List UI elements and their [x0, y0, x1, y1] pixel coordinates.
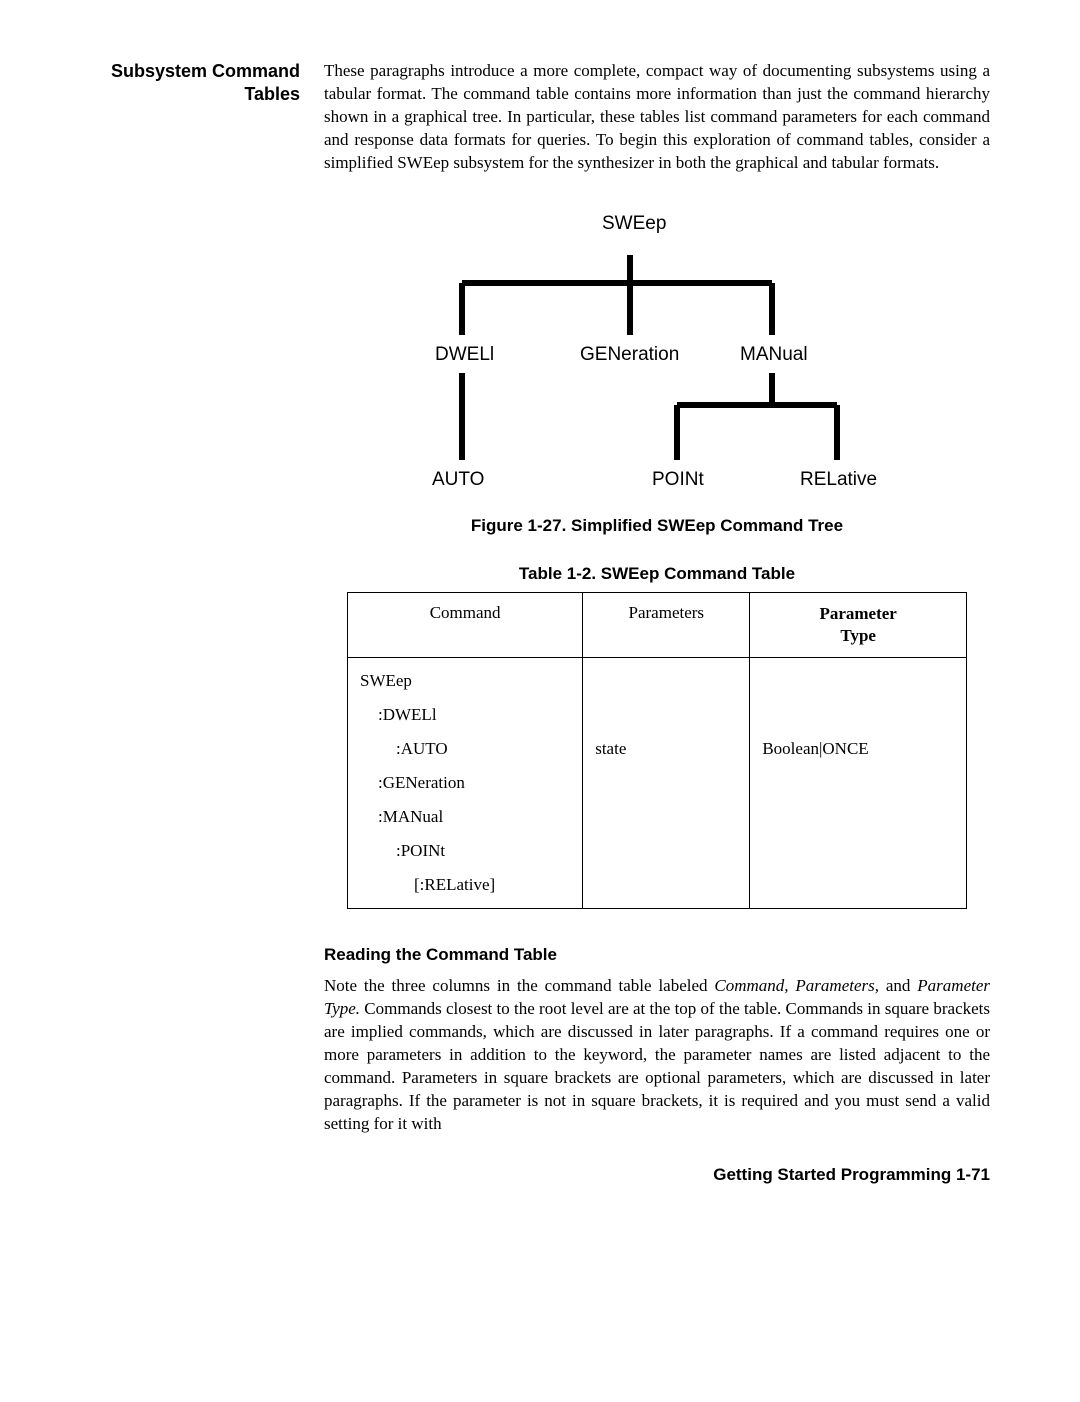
column-header-parameter-type: Parameter Type: [750, 592, 967, 657]
tree-node-dwell: DWELl: [435, 344, 494, 365]
table-row-generation: :GENeration: [360, 766, 570, 800]
reading-text-3: Commands closest to the root level are a…: [324, 999, 990, 1133]
intro-paragraph: These paragraphs introduce a more comple…: [324, 60, 990, 175]
tree-node-generation: GENeration: [580, 344, 679, 365]
reading-text-2: and: [879, 976, 917, 995]
command-tree-diagram: SWEep DWELl GENeration MANual AUTO: [377, 205, 937, 536]
tree-node-relative: RELative: [800, 469, 877, 490]
reading-heading: Reading the Command Table: [324, 945, 990, 965]
tree-node-root: SWEep: [602, 213, 666, 234]
table-cell-param-state: state: [595, 732, 737, 766]
reading-paragraph: Note the three columns in the command ta…: [324, 975, 990, 1136]
section-heading: Subsystem Command Tables: [90, 60, 300, 107]
column-header-parameter-type-line1: Parameter: [819, 604, 896, 623]
figure-caption: Figure 1-27. Simplified SWEep Command Tr…: [377, 516, 937, 536]
table-row-sweep: SWEep: [360, 664, 570, 698]
table-title: Table 1-2. SWEep Command Table: [324, 564, 990, 584]
table-cell-type-state: Boolean|ONCE: [762, 732, 954, 766]
table-row-point: :POINt: [360, 834, 570, 868]
tree-node-manual: MANual: [740, 344, 808, 365]
column-header-command: Command: [348, 592, 583, 657]
page-footer: Getting Started Programming 1-71: [324, 1165, 990, 1185]
reading-italic-1: Command, Parameters,: [714, 976, 879, 995]
reading-text-1: Note the three columns in the command ta…: [324, 976, 714, 995]
column-header-parameters: Parameters: [583, 592, 750, 657]
table-row-manual: :MANual: [360, 800, 570, 834]
tree-node-auto: AUTO: [432, 469, 484, 490]
table-row-auto: :AUTO: [360, 732, 570, 766]
tree-node-point: POINt: [652, 469, 704, 490]
table-row-relative: [:RELative]: [360, 868, 570, 902]
sweep-command-table: Command Parameters Parameter Type SWEep …: [347, 592, 967, 909]
column-header-parameter-type-line2: Type: [840, 626, 876, 645]
table-row-dwell: :DWELl: [360, 698, 570, 732]
